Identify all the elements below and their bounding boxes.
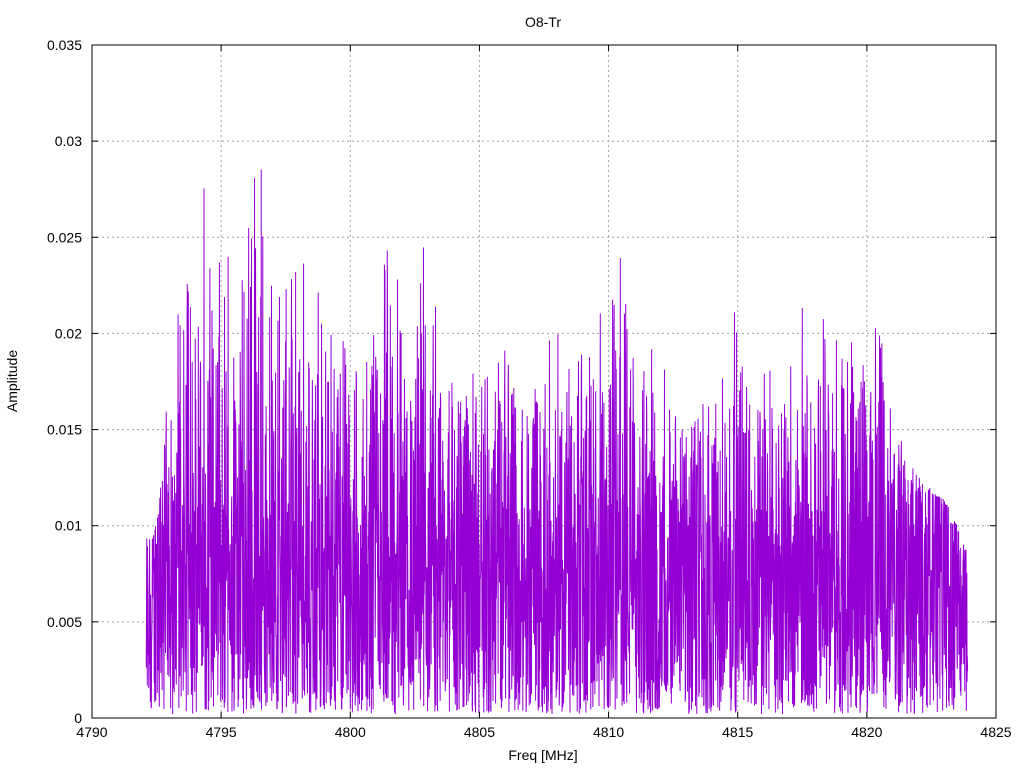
y-tick-labels: 0 0.005 0.01 0.015 0.02 0.025 0.03 0.035 <box>47 37 82 726</box>
chart-title: O8-Tr <box>525 14 561 30</box>
x-tick-labels: 4790 4795 4800 4805 4810 4815 4820 4825 <box>76 724 1011 740</box>
x-tick-label: 4825 <box>980 724 1011 740</box>
series-line <box>145 169 969 715</box>
series-layer <box>145 169 969 715</box>
x-tick-label: 4820 <box>851 724 882 740</box>
y-tick-label: 0.03 <box>55 133 82 149</box>
y-tick-label: 0 <box>74 710 82 726</box>
x-tick-label: 4805 <box>464 724 495 740</box>
y-tick-label: 0.005 <box>47 614 82 630</box>
y-tick-label: 0.01 <box>55 518 82 534</box>
x-axis-label: Freq [MHz] <box>508 747 577 763</box>
x-tick-label: 4800 <box>335 724 366 740</box>
y-tick-label: 0.02 <box>55 325 82 341</box>
x-tick-label: 4815 <box>722 724 753 740</box>
chart: 4790 4795 4800 4805 4810 4815 4820 4825 00.0050… <box>4 14 1012 763</box>
y-tick-label: 0.035 <box>47 37 82 53</box>
y-tick-label: 0.015 <box>47 422 82 438</box>
y-axis-label: Amplitude <box>4 350 20 412</box>
y-tick-label: 0.025 <box>47 229 82 245</box>
x-tick-label: 4795 <box>206 724 237 740</box>
x-tick-label: 4790 <box>76 724 107 740</box>
x-tick-label: 4810 <box>593 724 624 740</box>
